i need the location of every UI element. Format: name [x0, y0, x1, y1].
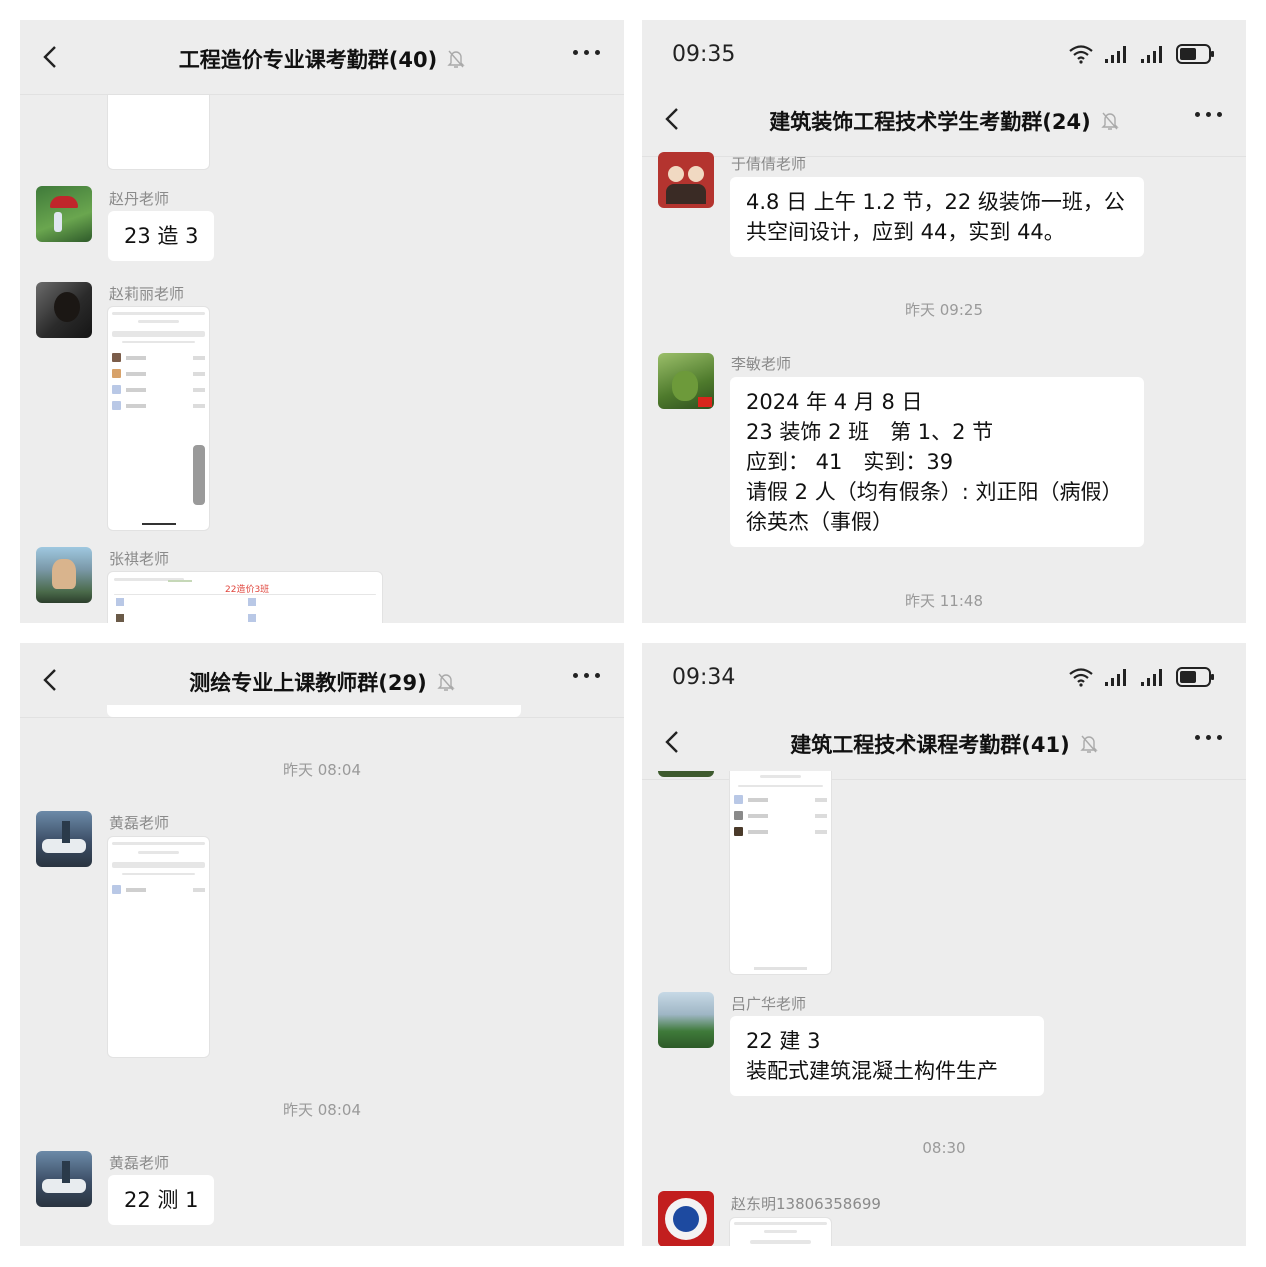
- avatar[interactable]: [658, 771, 714, 777]
- avatar[interactable]: [36, 1151, 92, 1207]
- mute-bell-icon: [1101, 112, 1119, 130]
- status-time: 09:34: [672, 665, 736, 690]
- timestamp: 昨天 09:25: [905, 301, 983, 319]
- sender-name: 赵莉丽老师: [109, 285, 185, 303]
- sender-name: 于倩倩老师: [731, 155, 807, 173]
- chat-title: 工程造价专业课考勤群(40): [20, 44, 624, 74]
- screenshot-message-thumbnail[interactable]: [729, 1217, 832, 1246]
- timestamp: 08:30: [922, 1139, 966, 1157]
- chat-title: 建筑装饰工程技术学生考勤群(24): [642, 106, 1246, 136]
- screenshot-message-thumbnail[interactable]: 22造价3班: [107, 571, 383, 623]
- chat-panel-decoration-engineering: 09:35 建筑装饰工程技术学生考勤群(24) 于倩倩老师 4.8 日 上午 1…: [642, 20, 1246, 623]
- sender-name: 吕广华老师: [731, 995, 807, 1013]
- sender-name: 黄磊老师: [109, 814, 170, 832]
- sender-name: 张祺老师: [109, 550, 170, 568]
- nav-bar: 建筑工程技术课程考勤群(41): [642, 705, 1246, 780]
- wifi-icon: [1069, 45, 1093, 64]
- screenshot-message-thumbnail[interactable]: [729, 771, 832, 975]
- text-message[interactable]: 2024 年 4 月 8 日 23 装饰 2 班 第 1、2 节 应到： 41 …: [730, 377, 1144, 547]
- timestamp: 昨天 08:04: [283, 1101, 361, 1119]
- signal-icon: [1105, 46, 1126, 63]
- avatar[interactable]: [36, 282, 92, 338]
- more-icon[interactable]: [1195, 735, 1222, 740]
- signal-icon: [1141, 46, 1162, 63]
- mute-bell-icon: [447, 50, 465, 68]
- signal-icon: [1105, 669, 1126, 686]
- chat-title: 测绘专业上课教师群(29): [20, 667, 624, 697]
- timestamp: 昨天 11:48: [905, 592, 983, 610]
- mute-bell-icon: [437, 673, 455, 691]
- text-message[interactable]: 22 建 3 装配式建筑混凝土构件生产: [730, 1016, 1044, 1096]
- text-message[interactable]: 23 造 3: [108, 211, 215, 261]
- chat-title: 建筑工程技术课程考勤群(41): [642, 729, 1246, 759]
- image-message-thumbnail[interactable]: [107, 95, 210, 170]
- status-bar: 09:35: [642, 20, 1246, 90]
- message-bubble-partial[interactable]: [107, 705, 521, 717]
- sender-name: 黄磊老师: [109, 1154, 170, 1172]
- avatar[interactable]: [658, 152, 714, 208]
- more-icon[interactable]: [573, 50, 600, 55]
- avatar[interactable]: [36, 811, 92, 867]
- avatar[interactable]: [36, 186, 92, 242]
- text-message[interactable]: 22 测 1: [108, 1175, 215, 1225]
- sender-name: 赵东明13806358699: [731, 1195, 881, 1213]
- text-message[interactable]: 4.8 日 上午 1.2 节，22 级装饰一班，公 共空间设计，应到 44，实到…: [730, 177, 1144, 257]
- nav-bar: 建筑装饰工程技术学生考勤群(24): [642, 82, 1246, 157]
- timestamp: 昨天 08:04: [283, 761, 361, 779]
- more-icon[interactable]: [1195, 112, 1222, 117]
- more-icon[interactable]: [573, 673, 600, 678]
- screenshot-message-thumbnail[interactable]: [107, 836, 210, 1058]
- chat-panel-surveying: 测绘专业上课教师群(29) 昨天 08:04 黄磊老师 昨天 08:04 黄磊老…: [20, 643, 624, 1246]
- avatar[interactable]: [658, 992, 714, 1048]
- chat-panel-cost-engineering: 工程造价专业课考勤群(40) 赵丹老师 23 造 3 赵莉丽老师 张祺老师 22…: [20, 20, 624, 623]
- battery-icon: [1176, 667, 1214, 687]
- status-bar: 09:34: [642, 643, 1246, 713]
- sender-name: 李敏老师: [731, 355, 792, 373]
- avatar[interactable]: [36, 547, 92, 603]
- sender-name: 赵丹老师: [109, 190, 170, 208]
- avatar[interactable]: [658, 353, 714, 409]
- wifi-icon: [1069, 668, 1093, 687]
- nav-bar: 工程造价专业课考勤群(40): [20, 20, 624, 95]
- chat-panel-construction-engineering: 09:34 建筑工程技术课程考勤群(41) 吕广华老师 22 建 3 装配式建筑…: [642, 643, 1246, 1246]
- screenshot-message-thumbnail[interactable]: [107, 306, 210, 531]
- signal-icon: [1141, 669, 1162, 686]
- avatar[interactable]: [658, 1191, 714, 1246]
- battery-icon: [1176, 44, 1214, 64]
- status-time: 09:35: [672, 42, 736, 67]
- mute-bell-icon: [1080, 735, 1098, 753]
